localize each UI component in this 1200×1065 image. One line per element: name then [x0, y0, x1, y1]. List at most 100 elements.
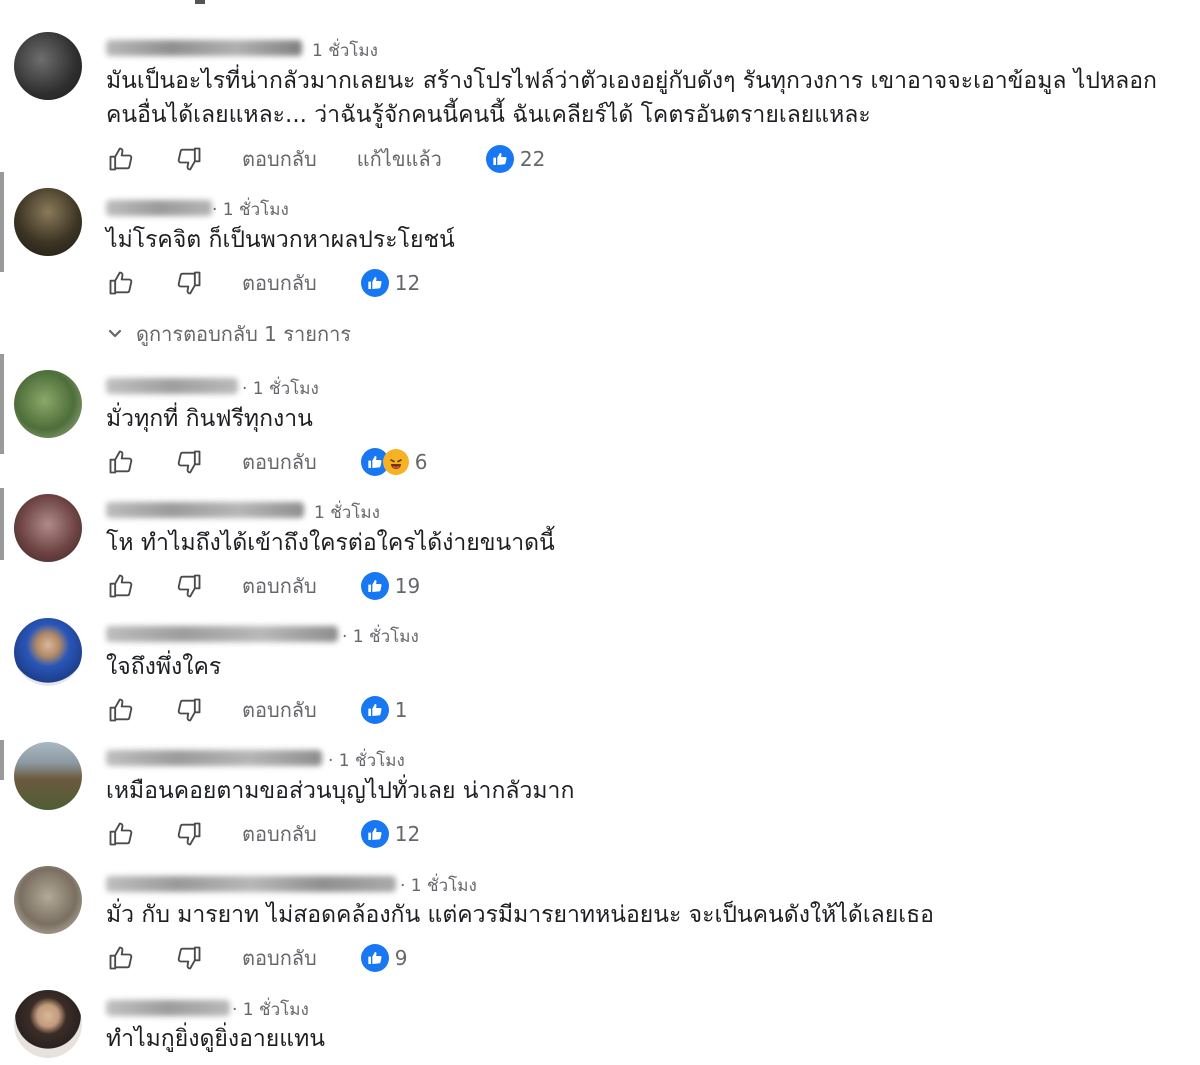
reaction-summary[interactable]: 9 [360, 944, 408, 972]
comment-text: ทำไมกูยิ่งดูยิ่งอายแทน [106, 1026, 325, 1052]
commenter-name-blurred[interactable] [106, 750, 322, 766]
dislike-button[interactable] [174, 447, 204, 477]
comment-timestamp[interactable]: · 1 ชั่วโมง [212, 196, 289, 223]
like-button[interactable] [106, 447, 136, 477]
thumbs-up-outline-icon [109, 271, 133, 295]
comment-actions: ตอบกลับ 6 [106, 446, 428, 478]
comment-timestamp[interactable]: · 1 ชั่วโมง [232, 996, 309, 1023]
like-reaction-icon [360, 944, 389, 972]
reaction-summary[interactable]: 19 [360, 572, 421, 600]
reaction-summary[interactable]: 1 [360, 696, 408, 724]
thumbs-down-outline-icon [177, 946, 201, 970]
avatar[interactable] [14, 188, 82, 256]
reaction-count: 12 [394, 271, 421, 295]
commenter-name-blurred[interactable] [106, 1000, 230, 1016]
comment-text: มั่วทุกที่ กินฟรีทุกงาน [106, 406, 313, 432]
like-reaction-icon [360, 696, 389, 724]
avatar[interactable] [14, 618, 82, 686]
thumbs-down-outline-icon [177, 574, 201, 598]
comment-text: เหมือนคอยตามขอส่วนบุญไปทั่วเลย น่ากลัวมา… [106, 778, 575, 804]
thumbs-up-outline-icon [109, 147, 133, 171]
avatar[interactable] [14, 990, 82, 1058]
reply-button[interactable]: ตอบกลับ [242, 143, 317, 175]
comment-actions: ตอบกลับ 1 [106, 694, 408, 726]
commenter-name-blurred[interactable] [106, 876, 396, 892]
view-replies-button[interactable]: ดูการตอบกลับ 1 รายการ [108, 318, 351, 350]
avatar[interactable] [14, 32, 82, 100]
thread-line [0, 740, 4, 780]
avatar[interactable] [14, 370, 82, 438]
thumbs-down-outline-icon [177, 822, 201, 846]
commenter-name-blurred[interactable] [106, 626, 338, 642]
comment-text: ไม่โรคจิต ก็เป็นพวกหาผลประโยชน์ [106, 227, 455, 253]
dislike-button[interactable] [174, 268, 204, 298]
reply-button[interactable]: ตอบกลับ [242, 570, 317, 602]
haha-reaction-icon [382, 449, 409, 475]
reaction-summary[interactable]: 22 [485, 145, 546, 173]
reply-button[interactable]: ตอบกลับ [242, 818, 317, 850]
comment-timestamp[interactable]: 1 ชั่วโมง [312, 37, 378, 64]
avatar[interactable] [14, 494, 82, 562]
reaction-count: 22 [519, 147, 546, 171]
thumbs-down-outline-icon [177, 698, 201, 722]
comment-text: มันเป็นอะไรที่น่ากลัวมากเลยนะ สร้างโปรไฟ… [106, 68, 1157, 128]
view-replies-label: ดูการตอบกลับ 1 รายการ [136, 322, 352, 346]
reply-button[interactable]: ตอบกลับ [242, 267, 317, 299]
thumbs-up-outline-icon [109, 698, 133, 722]
thumbs-up-outline-icon [109, 946, 133, 970]
dislike-button[interactable] [174, 943, 204, 973]
commenter-name-blurred[interactable] [106, 378, 238, 394]
reply-button[interactable]: ตอบกลับ [242, 694, 317, 726]
thread-line [0, 354, 4, 454]
like-button[interactable] [106, 819, 136, 849]
avatar[interactable] [14, 866, 82, 934]
commenter-name-blurred[interactable] [106, 200, 212, 216]
previous-content-fragment [195, 0, 205, 4]
chevron-down-icon [108, 329, 122, 338]
dislike-button[interactable] [174, 819, 204, 849]
reaction-count: 9 [394, 946, 408, 970]
thumbs-up-outline-icon [109, 574, 133, 598]
reaction-summary[interactable]: 12 [360, 269, 421, 297]
like-button[interactable] [106, 268, 136, 298]
like-reaction-icon [485, 145, 514, 173]
like-button[interactable] [106, 571, 136, 601]
reply-button[interactable]: ตอบกลับ [242, 446, 317, 478]
dislike-button[interactable] [174, 571, 204, 601]
commenter-name-blurred[interactable] [106, 502, 304, 518]
comment-timestamp[interactable]: · 1 ชั่วโมง [242, 375, 319, 402]
reaction-count: 1 [394, 698, 408, 722]
like-button[interactable] [106, 695, 136, 725]
reaction-count: 19 [394, 574, 421, 598]
reaction-count: 12 [394, 822, 421, 846]
reply-button[interactable]: ตอบกลับ [242, 942, 317, 974]
commenter-name-blurred[interactable] [106, 40, 302, 56]
thread-line [0, 172, 4, 272]
comment-actions: ตอบกลับ 12 [106, 818, 420, 850]
reaction-count: 6 [414, 450, 428, 474]
dislike-button[interactable] [174, 695, 204, 725]
comment-actions: ตอบกลับ 9 [106, 942, 408, 974]
comment-text: มั่ว กับ มารยาท ไม่สอดคล้องกัน แต่ควรมีม… [106, 902, 934, 928]
reaction-summary[interactable]: 12 [360, 820, 421, 848]
dislike-button[interactable] [174, 144, 204, 174]
comment-actions: ตอบกลับ แก้ไขแล้ว 22 [106, 143, 545, 175]
comment-actions: ตอบกลับ 12 [106, 267, 420, 299]
comment-text: โห ทำไมถึงได้เข้าถึงใครต่อใครได้ง่ายขนาด… [106, 530, 555, 556]
comment-timestamp[interactable]: · 1 ชั่วโมง [342, 623, 419, 650]
like-button[interactable] [106, 943, 136, 973]
comment-timestamp[interactable]: · 1 ชั่วโมง [400, 872, 477, 899]
like-button[interactable] [106, 144, 136, 174]
thumbs-down-outline-icon [177, 450, 201, 474]
like-reaction-icon [360, 572, 389, 600]
comment-actions: ตอบกลับ 19 [106, 570, 420, 602]
avatar[interactable] [14, 742, 82, 810]
comment-timestamp[interactable]: · 1 ชั่วโมง [328, 747, 405, 774]
like-reaction-icon [360, 820, 389, 848]
reaction-summary[interactable]: 6 [360, 448, 428, 476]
thumbs-up-outline-icon [109, 822, 133, 846]
edited-label: แก้ไขแล้ว [356, 147, 442, 171]
thread-line [0, 488, 4, 560]
comment-timestamp[interactable]: 1 ชั่วโมง [314, 499, 380, 526]
thumbs-down-outline-icon [177, 271, 201, 295]
